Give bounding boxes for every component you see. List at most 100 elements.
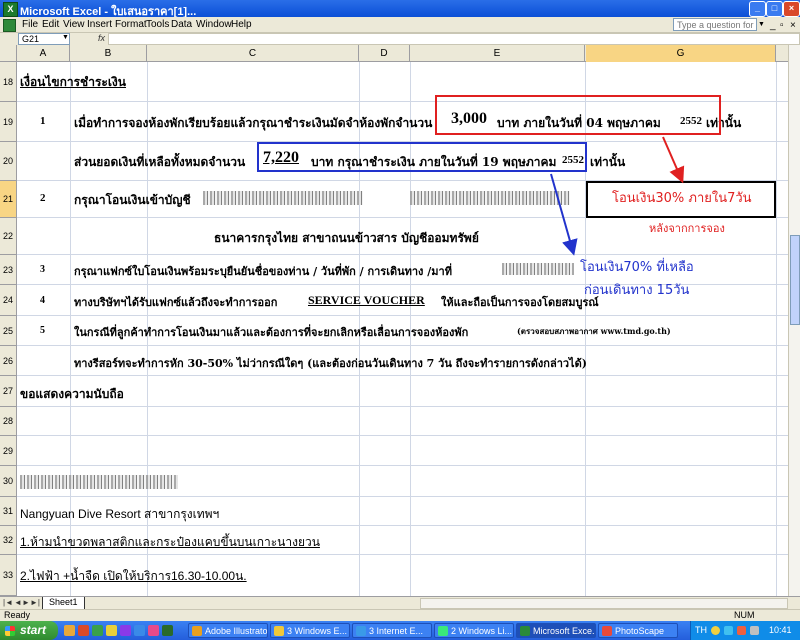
column-header-c[interactable]: C <box>147 45 359 62</box>
row-header-28[interactable]: 28 <box>0 407 17 436</box>
quicklaunch-program-icon[interactable] <box>120 625 131 636</box>
last-sheet-icon[interactable]: ►| <box>30 598 40 607</box>
cell-b23-text[interactable]: กรุณาแฟกซ์ใบโอนเงินพร้อมระบุยืนยันชื่อขอ… <box>74 262 452 280</box>
formula-bar: G21 ▼ fx <box>0 33 800 45</box>
cell-a33-rule-2[interactable]: 2.ไฟฟ้า +น้ำจืด เปิดให้บริการ16.30-10.00… <box>20 567 247 586</box>
menu-tools[interactable]: Tools <box>146 19 169 30</box>
spreadsheet-grid[interactable]: 18 19 20 21 22 23 24 25 26 27 28 29 30 3… <box>0 62 788 596</box>
cell-a31-resort[interactable]: Nangyuan Dive Resort สาขากรุงเทพฯ <box>20 505 219 524</box>
row-header-25[interactable]: 25 <box>0 316 17 346</box>
menu-insert[interactable]: Insert <box>87 19 112 30</box>
menu-file[interactable]: File <box>22 19 38 30</box>
row-header-22[interactable]: 22 <box>0 218 17 255</box>
cell-b19-text[interactable]: เมื่อทำการจองห้องพักเรียบร้อยแล้วกรุณาชำ… <box>74 114 432 133</box>
taskbar-item-photoscape[interactable]: PhotoScape <box>598 623 678 638</box>
menu-window[interactable]: Window <box>196 19 232 30</box>
row-header-24[interactable]: 24 <box>0 285 17 316</box>
row-header-18[interactable]: 18 <box>0 62 17 102</box>
row-header-26[interactable]: 26 <box>0 346 17 376</box>
menu-help[interactable]: Help <box>231 19 252 30</box>
quicklaunch-messenger-icon[interactable] <box>148 625 159 636</box>
row-header-29[interactable]: 29 <box>0 436 17 466</box>
cell-b20-text[interactable]: ส่วนยอดเงินที่เหลือทั้งหมดจำนวน <box>74 153 245 172</box>
row-header-27[interactable]: 27 <box>0 376 17 407</box>
name-box-dropdown-icon[interactable]: ▼ <box>62 34 69 41</box>
cell-25-weather-link[interactable]: (ตรวจสอบสภาพอากาศ www.tmd.go.th) <box>517 325 671 338</box>
cell-b26-text[interactable]: ทางรีสอร์ทจะทำการหัก 30-50% ไม่ว่ากรณีใด… <box>74 354 587 372</box>
row-header-31[interactable]: 31 <box>0 497 17 526</box>
volume-icon[interactable] <box>750 626 759 635</box>
quicklaunch-app-icon[interactable] <box>92 625 103 636</box>
doc-minimize-button[interactable]: _ <box>770 20 776 31</box>
cell-24-service-voucher[interactable]: SERVICE VOUCHER <box>308 293 425 308</box>
row-header-21[interactable]: 21 <box>0 181 17 218</box>
quicklaunch-media-icon[interactable] <box>78 625 89 636</box>
cell-a19-number[interactable]: 1 <box>40 115 46 127</box>
close-button[interactable]: × <box>783 1 800 17</box>
cell-b21-text[interactable]: กรุณาโอนเงินเข้าบัญชี <box>74 191 191 210</box>
cell-b24-text[interactable]: ทางบริษัทฯได้รับแฟกซ์แล้วถึงจะทำการออก <box>74 293 277 311</box>
security-icon[interactable] <box>737 626 746 635</box>
column-header-b[interactable]: B <box>70 45 147 62</box>
cell-20-suffix[interactable]: เท่านั้น <box>590 153 625 172</box>
insert-function-icon[interactable]: fx <box>98 33 105 43</box>
taskbar-item-windows-live[interactable]: 2 Windows Li... <box>434 623 514 638</box>
column-header-e[interactable]: E <box>410 45 585 62</box>
vertical-scrollbar[interactable] <box>788 45 800 596</box>
row-header-23[interactable]: 23 <box>0 255 17 285</box>
taskbar-item-illustrator[interactable]: Adobe Illustrator <box>188 623 268 638</box>
cell-22-bank-name[interactable]: ธนาคารกรุงไทย สาขาถนนข้าวสาร บัญชีออมทรั… <box>214 229 479 248</box>
grid-rowline <box>17 375 788 376</box>
tray-icon[interactable] <box>711 626 720 635</box>
cell-a24-number[interactable]: 4 <box>40 295 45 306</box>
menu-format[interactable]: Format <box>115 19 147 30</box>
quicklaunch-excel-icon[interactable] <box>162 625 173 636</box>
taskbar-item-internet-explorer[interactable]: 3 Internet E... <box>352 623 432 638</box>
cell-b25-text[interactable]: ในกรณีที่ลูกค้าทำการโอนเงินมาแล้วและต้อง… <box>74 323 468 341</box>
red-highlight-box <box>435 95 721 135</box>
column-header-a[interactable]: A <box>17 45 70 62</box>
minimize-button[interactable]: _ <box>749 1 766 17</box>
start-button[interactable]: start <box>0 621 58 640</box>
doc-close-button[interactable]: × <box>790 20 796 31</box>
row-header-33[interactable]: 33 <box>0 555 17 596</box>
column-header-g[interactable]: G <box>586 45 776 62</box>
quicklaunch-ie-icon[interactable] <box>134 625 145 636</box>
grid-rowline <box>17 554 788 555</box>
language-indicator[interactable]: TH <box>695 625 707 635</box>
cell-a32-rule-1[interactable]: 1.ห้ามนำขวดพลาสติกและกระป๋องแคบขึ้นบนเกา… <box>20 533 320 552</box>
cell-a27-closing[interactable]: ขอแสดงความนับถือ <box>20 385 124 404</box>
row-header-32[interactable]: 32 <box>0 526 17 555</box>
vertical-scroll-thumb[interactable] <box>790 235 800 325</box>
menu-edit[interactable]: Edit <box>42 19 59 30</box>
taskbar-item-windows-explorer[interactable]: 3 Windows E... <box>270 623 350 638</box>
cell-a23-number[interactable]: 3 <box>40 264 45 275</box>
quicklaunch-browser-icon[interactable] <box>64 625 75 636</box>
horizontal-scrollbar[interactable] <box>420 598 788 609</box>
row-header-20[interactable]: 20 <box>0 142 17 181</box>
first-sheet-icon[interactable]: |◄ <box>3 598 13 607</box>
prev-sheet-icon[interactable]: ◄ <box>14 598 22 607</box>
menu-data[interactable]: Data <box>171 19 192 30</box>
column-header-d[interactable]: D <box>359 45 410 62</box>
grid-colline <box>776 62 777 596</box>
cell-a21-number[interactable]: 2 <box>40 192 46 204</box>
menu-view[interactable]: View <box>63 19 85 30</box>
maximize-button[interactable]: □ <box>766 1 783 17</box>
formula-input[interactable] <box>108 33 800 45</box>
help-search-input[interactable]: Type a question for help <box>673 18 757 43</box>
cell-24-text-end[interactable]: ให้และถือเป็นการจองโดยสมบูรณ์ <box>441 293 599 311</box>
doc-restore-button[interactable]: ▫ <box>780 20 784 31</box>
row-header-19[interactable]: 19 <box>0 102 17 142</box>
cell-a18-heading[interactable]: เงื่อนไขการชำระเงิน <box>20 73 126 92</box>
help-dropdown-arrow-icon[interactable]: ▼ <box>758 21 765 28</box>
select-all-corner[interactable] <box>0 45 17 62</box>
network-icon[interactable] <box>724 626 733 635</box>
next-sheet-icon[interactable]: ► <box>22 598 30 607</box>
excel-app-icon[interactable]: X <box>3 2 18 17</box>
cell-a25-number[interactable]: 5 <box>40 325 45 336</box>
row-header-30[interactable]: 30 <box>0 466 17 497</box>
quicklaunch-folder-icon[interactable] <box>106 625 117 636</box>
workbook-icon[interactable] <box>3 19 16 32</box>
taskbar-item-excel[interactable]: Microsoft Exce... <box>516 623 596 638</box>
